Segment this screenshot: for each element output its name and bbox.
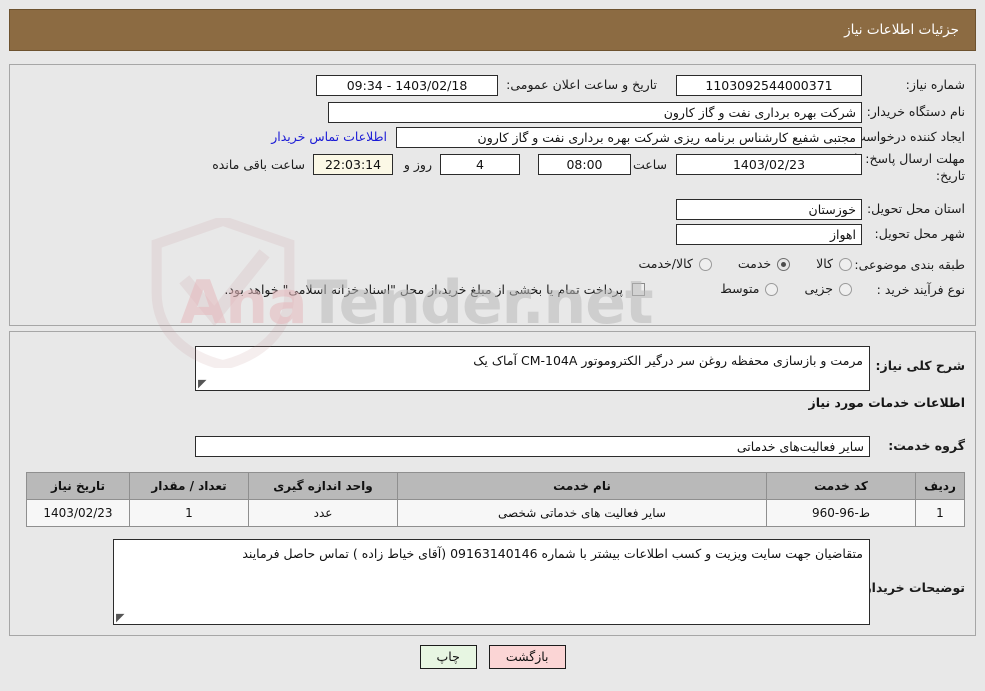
deadline-label-block: مهلت ارسال پاسخ: تا تاریخ: [854, 151, 965, 185]
deadline-time-label: ساعت [632, 157, 667, 172]
category-option-kala[interactable]: کالا [816, 256, 852, 273]
category-radio-row: کالا خدمت کالا/خدمت [638, 256, 852, 273]
category-option-label: کالا [816, 256, 833, 271]
cell-name: سایر فعالیت های خدماتی شخصی [397, 499, 767, 527]
cell-need-date: 1403/02/23 [26, 499, 130, 527]
col-need-date: تاریخ نیاز [26, 472, 130, 500]
service-group-value: سایر فعالیت‌های خدماتی [195, 436, 870, 457]
page-header: جزئیات اطلاعات نیاز [9, 9, 976, 51]
buyer-org-row: نام دستگاه خریدار: [867, 104, 965, 121]
need-number-label: شماره نیاز: [905, 77, 965, 92]
cell-qty: 1 [129, 499, 249, 527]
buyer-notes-value: متقاضیان جهت سایت ویزیت و کسب اطلاعات بی… [242, 546, 863, 561]
buyer-org-value: شرکت بهره برداری نفت و گاز کارون [328, 102, 862, 123]
general-desc-label: شرح کلی نیاز: [875, 358, 965, 373]
remaining-days-label: روز و [403, 157, 432, 172]
category-option-label: خدمت [737, 256, 772, 271]
back-button[interactable]: بازگشت [488, 645, 566, 670]
process-option-label: جزیی [804, 281, 833, 296]
deadline-date-value: 1403/02/23 [676, 154, 862, 175]
col-name: نام خدمت [397, 472, 767, 500]
treasury-note: پرداخت تمام یا بخشی از مبلغ خرید،از محل … [224, 282, 623, 297]
category-label: طبقه بندی موضوعی: [854, 257, 965, 272]
services-table: ردیف کد خدمت نام خدمت واحد اندازه گیری ت… [26, 472, 965, 527]
table-header-row: ردیف کد خدمت نام خدمت واحد اندازه گیری ت… [26, 472, 965, 500]
general-desc-value: مرمت و بازسازی محفظه روغن سر درگیر الکتر… [473, 353, 863, 368]
province-label: استان محل تحویل: [866, 201, 965, 216]
table-row: 1 ط-96-960 سایر فعالیت های خدماتی شخصی ع… [26, 499, 965, 527]
process-option-jozi[interactable]: جزیی [804, 281, 852, 298]
col-unit: واحد اندازه گیری [248, 472, 398, 500]
radio-icon[interactable] [765, 282, 779, 296]
cell-radif: 1 [915, 499, 965, 527]
process-label-row: نوع فرآیند خرید : [877, 282, 965, 299]
category-option-label: کالا/خدمت [638, 256, 693, 271]
remaining-hours-label: ساعت باقی مانده [212, 157, 305, 172]
deadline-time-value: 08:00 [538, 154, 631, 175]
need-details-panel: شرح کلی نیاز: مرمت و بازسازی محفظه روغن … [9, 331, 976, 636]
requester-row: ایجاد کننده درخواست: [850, 129, 965, 146]
services-section-title: اطلاعات خدمات مورد نیاز [808, 395, 966, 410]
process-option-label: متوسط [720, 281, 760, 296]
process-radio-row: جزیی متوسط [720, 281, 852, 298]
buyer-contact-link[interactable]: اطلاعات تماس خریدار [271, 129, 387, 144]
province-value: خوزستان [676, 199, 862, 220]
need-number-value: 1103092544000371 [676, 75, 862, 96]
city-value: اهواز [676, 224, 862, 245]
category-option-khedmat[interactable]: خدمت [737, 256, 791, 273]
buyer-notes-textarea[interactable]: متقاضیان جهت سایت ویزیت و کسب اطلاعات بی… [113, 539, 870, 625]
category-option-kala-khedmat[interactable]: کالا/خدمت [638, 256, 712, 273]
deadline-label-line1: مهلت ارسال پاسخ: تا [854, 151, 965, 166]
need-number-row: شماره نیاز: [906, 77, 965, 94]
col-radif: ردیف [915, 472, 965, 500]
deadline-label-line2: تاریخ: [935, 167, 965, 183]
general-desc-textarea[interactable]: مرمت و بازسازی محفظه روغن سر درگیر الکتر… [195, 346, 870, 391]
process-option-motavaset[interactable]: متوسط [720, 281, 779, 298]
radio-icon[interactable] [698, 257, 712, 271]
announce-label: تاریخ و ساعت اعلان عمومی: [506, 77, 657, 92]
announce-row: تاریخ و ساعت اعلان عمومی: [506, 77, 657, 94]
announce-value: 1403/02/18 - 09:34 [316, 75, 498, 96]
process-label: نوع فرآیند خرید : [876, 282, 965, 297]
requester-label: ایجاد کننده درخواست: [849, 129, 965, 144]
cell-unit: عدد [248, 499, 398, 527]
buyer-org-label: نام دستگاه خریدار: [866, 104, 965, 119]
resize-grip-icon[interactable]: ◥ [198, 377, 208, 390]
page-title: جزئیات اطلاعات نیاز [844, 22, 959, 38]
requester-value: مجتبی شفیع کارشناس برنامه ریزی شرکت بهره… [396, 127, 862, 148]
radio-icon[interactable] [839, 257, 852, 271]
radio-icon[interactable] [839, 282, 852, 296]
service-group-label: گروه خدمت: [888, 438, 965, 453]
resize-grip-icon[interactable]: ◥ [116, 611, 126, 624]
remaining-days-value: 4 [440, 154, 520, 175]
col-code: کد خدمت [766, 472, 916, 500]
radio-selected-icon[interactable] [777, 257, 791, 271]
footer-button-bar: بازگشت چاپ [0, 645, 985, 670]
print-button[interactable]: چاپ [419, 645, 477, 670]
category-label-row: طبقه بندی موضوعی: [854, 257, 965, 274]
treasury-checkbox[interactable] [632, 283, 645, 296]
buyer-notes-label: توضیحات خریدار: [859, 580, 965, 595]
city-row: شهر محل تحویل: [875, 226, 965, 243]
countdown-value: 22:03:14 [313, 154, 393, 175]
col-qty: تعداد / مقدار [129, 472, 249, 500]
page-root: جزئیات اطلاعات نیاز شماره نیاز: 11030925… [0, 0, 985, 691]
city-label: شهر محل تحویل: [874, 226, 965, 241]
cell-code: ط-96-960 [766, 499, 916, 527]
need-summary-panel: شماره نیاز: 1103092544000371 تاریخ و ساع… [9, 64, 976, 326]
province-row: استان محل تحویل: [867, 201, 965, 218]
